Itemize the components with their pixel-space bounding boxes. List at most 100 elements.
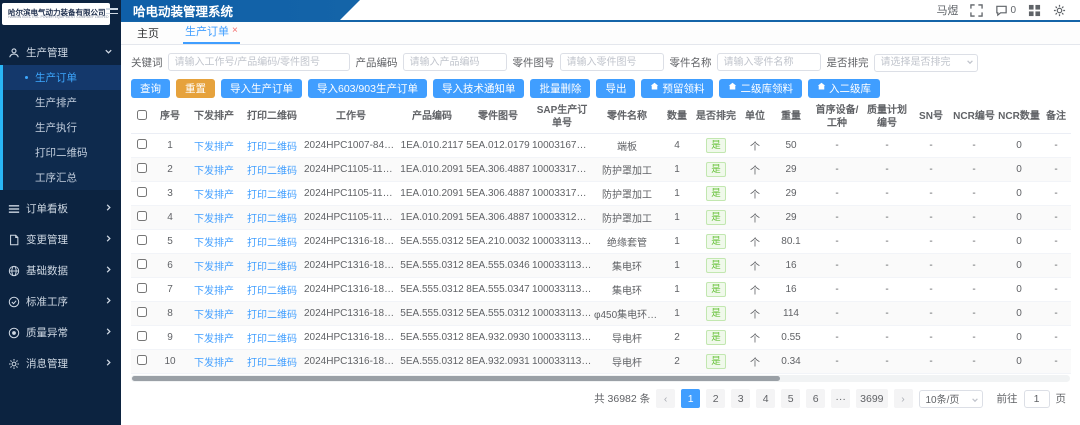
column-header[interactable]: 序号 (153, 102, 187, 134)
issue-scheduling-link[interactable]: 下发排产 (194, 238, 234, 249)
issue-scheduling-link[interactable]: 下发排产 (194, 334, 234, 345)
批量删除-button[interactable]: 批量删除 (530, 79, 590, 98)
page-button-3699[interactable]: 3699 (856, 389, 887, 408)
sidebar-item-工序汇总[interactable]: 工序汇总 (3, 165, 121, 190)
row-checkbox[interactable] (137, 331, 147, 341)
issue-scheduling-link[interactable]: 下发排产 (194, 190, 234, 201)
page-button-2[interactable]: 2 (706, 389, 725, 408)
filter-是否排完: 是否排完 (827, 52, 978, 72)
column-header[interactable]: 备注 (1041, 102, 1071, 134)
issue-scheduling-link[interactable]: 下发排产 (194, 142, 234, 153)
column-header[interactable]: 零件名称 (593, 102, 661, 134)
column-header[interactable]: 是否排完 (693, 102, 739, 134)
二级库领料-button[interactable]: 二级库领料 (719, 79, 802, 98)
重置-button[interactable]: 重置 (176, 79, 215, 98)
row-checkbox[interactable] (137, 139, 147, 149)
settings-gear-icon[interactable] (1053, 4, 1066, 17)
page-button-6[interactable]: 6 (806, 389, 825, 408)
row-checkbox[interactable] (137, 307, 147, 317)
print-qrcode-link[interactable]: 打印二维码 (247, 334, 297, 345)
column-header[interactable]: 单位 (739, 102, 771, 134)
page-button-5[interactable]: 5 (781, 389, 800, 408)
filter-select-是否排完[interactable] (874, 54, 978, 72)
tab-close-icon[interactable]: × (232, 26, 238, 36)
issue-scheduling-link[interactable]: 下发排产 (194, 286, 234, 297)
issue-scheduling-link[interactable]: 下发排产 (194, 262, 234, 273)
row-checkbox[interactable] (137, 355, 147, 365)
column-header[interactable]: 打印二维码 (241, 102, 303, 134)
column-header[interactable]: 数量 (661, 102, 693, 134)
user-name[interactable]: 马煜 (936, 2, 958, 18)
column-header[interactable]: 重量 (771, 102, 811, 134)
print-qrcode-link[interactable]: 打印二维码 (247, 166, 297, 177)
入二级库-button[interactable]: 入二级库 (808, 79, 880, 98)
查询-button[interactable]: 查询 (131, 79, 170, 98)
sidebar-item-生产订单[interactable]: 生产订单 (3, 65, 121, 90)
导入生产订单-button[interactable]: 导入生产订单 (221, 79, 302, 98)
page-button-4[interactable]: 4 (756, 389, 775, 408)
sidebar-collapse-icon[interactable] (106, 8, 118, 14)
sidebar-item-生产执行[interactable]: 生产执行 (3, 115, 121, 140)
column-header[interactable]: NCR编号 (951, 102, 997, 134)
sidebar-item-生产排产[interactable]: 生产排产 (3, 90, 121, 115)
print-qrcode-link[interactable]: 打印二维码 (247, 358, 297, 369)
sidebar-group-标准工序[interactable]: 标准工序 (0, 289, 121, 314)
sidebar-group-变更管理[interactable]: 变更管理 (0, 227, 121, 252)
horizontal-scrollbar[interactable] (131, 375, 1070, 382)
issue-scheduling-link[interactable]: 下发排产 (194, 214, 234, 225)
导出-button[interactable]: 导出 (596, 79, 635, 98)
row-checkbox[interactable] (137, 187, 147, 197)
select-all-checkbox[interactable] (137, 110, 147, 120)
print-qrcode-link[interactable]: 打印二维码 (247, 262, 297, 273)
print-qrcode-link[interactable]: 打印二维码 (247, 214, 297, 225)
page-button-3[interactable]: 3 (731, 389, 750, 408)
issue-scheduling-link[interactable]: 下发排产 (194, 166, 234, 177)
导入603/903生产订单-button[interactable]: 导入603/903生产订单 (308, 79, 427, 98)
column-header[interactable]: SAP生产订单号 (531, 102, 593, 134)
sidebar-group-订单看板[interactable]: 订单看板 (0, 196, 121, 221)
fullscreen-icon[interactable] (970, 4, 983, 17)
column-header[interactable]: 产品编码 (399, 102, 465, 134)
print-qrcode-link[interactable]: 打印二维码 (247, 286, 297, 297)
cell-unit: 个 (739, 254, 771, 278)
print-qrcode-link[interactable]: 打印二维码 (247, 142, 297, 153)
sidebar-group-消息管理[interactable]: 消息管理 (0, 351, 121, 376)
column-header[interactable]: SN号 (911, 102, 951, 134)
filter-input-零件图号[interactable] (560, 53, 664, 71)
next-page-button[interactable]: › (894, 389, 913, 408)
column-header[interactable]: 下发排产 (187, 102, 241, 134)
issue-scheduling-link[interactable]: 下发排产 (194, 358, 234, 369)
sidebar-group-质量异常[interactable]: 质量异常 (0, 320, 121, 345)
row-checkbox[interactable] (137, 259, 147, 269)
scrollbar-thumb[interactable] (132, 376, 780, 381)
apps-grid-icon[interactable] (1028, 4, 1041, 17)
tab-生产订单[interactable]: 生产订单× (183, 20, 240, 44)
filter-input-零件名称[interactable] (717, 53, 821, 71)
page-button-1[interactable]: 1 (681, 389, 700, 408)
row-checkbox[interactable] (137, 235, 147, 245)
row-checkbox[interactable] (137, 283, 147, 293)
导入技术通知单-button[interactable]: 导入技术通知单 (433, 79, 525, 98)
sidebar-group-生产管理[interactable]: 生产管理 (0, 40, 121, 65)
messages-button[interactable]: 0 (995, 4, 1016, 17)
filter-input-关键词[interactable] (168, 53, 350, 71)
print-qrcode-link[interactable]: 打印二维码 (247, 238, 297, 249)
column-header[interactable]: 首序设备/工种 (811, 102, 863, 134)
print-qrcode-link[interactable]: 打印二维码 (247, 190, 297, 201)
column-header[interactable]: 质量计划编号 (863, 102, 911, 134)
sidebar-group-label: 订单看板 (26, 201, 68, 216)
sidebar-group-基础数据[interactable]: 基础数据 (0, 258, 121, 283)
sidebar-item-打印二维码[interactable]: 打印二维码 (3, 140, 121, 165)
prev-page-button[interactable]: ‹ (656, 389, 675, 408)
filter-input-产品编码[interactable] (403, 53, 507, 71)
row-checkbox[interactable] (137, 211, 147, 221)
goto-page-input[interactable] (1024, 390, 1050, 408)
column-header[interactable]: 零件图号 (465, 102, 531, 134)
预留领料-button[interactable]: 预留领料 (641, 79, 713, 98)
print-qrcode-link[interactable]: 打印二维码 (247, 310, 297, 321)
tab-主页[interactable]: 主页 (135, 22, 161, 44)
issue-scheduling-link[interactable]: 下发排产 (194, 310, 234, 321)
row-checkbox[interactable] (137, 163, 147, 173)
column-header[interactable]: NCR数量 (997, 102, 1041, 134)
column-header[interactable]: 工作号 (303, 102, 399, 134)
